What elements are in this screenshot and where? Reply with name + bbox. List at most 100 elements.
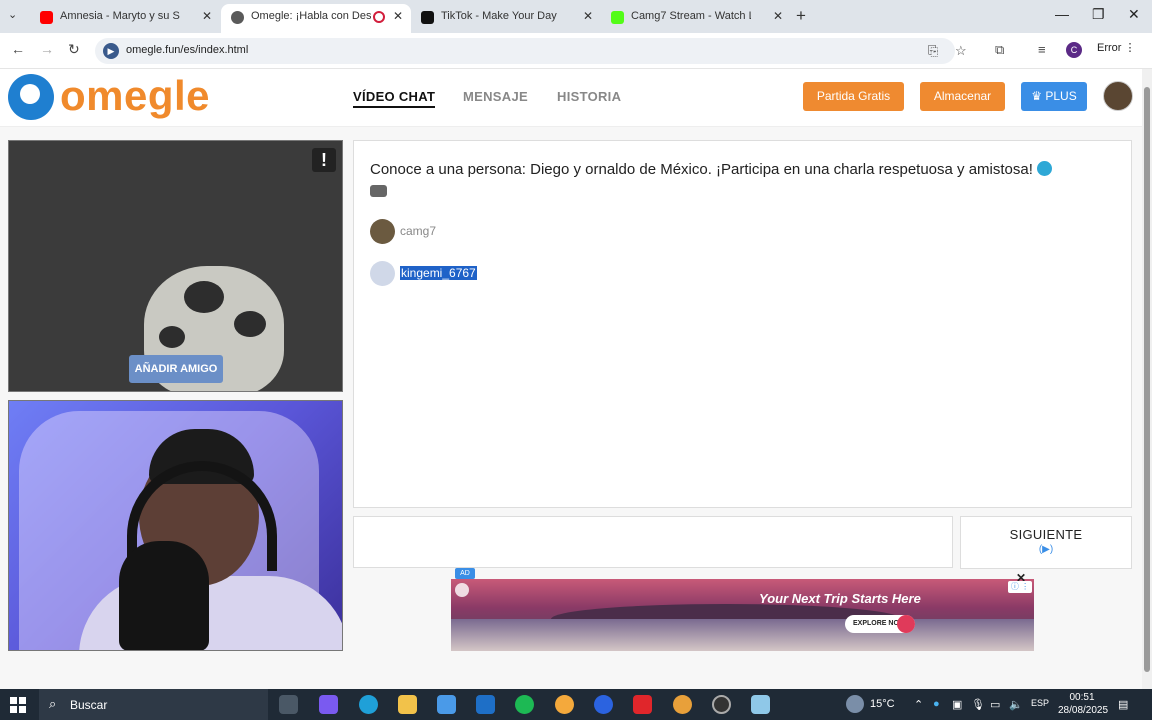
site-header: omegle VÍDEO CHAT MENSAJE HISTORIA Parti… <box>0 69 1142 127</box>
user-name: kingemi_6767 <box>400 266 477 280</box>
weather-temp[interactable]: 15°C <box>870 698 895 710</box>
close-icon[interactable]: ✕ <box>393 4 403 29</box>
tab-search-chevron-icon[interactable]: ⌄ <box>8 8 17 21</box>
search-icon: ⌕ <box>49 696 57 711</box>
windows-start-icon[interactable] <box>10 697 26 713</box>
microphone-icon <box>119 541 209 650</box>
ad-badge: AD <box>455 568 475 579</box>
outlook-icon[interactable] <box>476 695 495 714</box>
taskbar-clock[interactable]: 00:51 28/08/2025 <box>1058 691 1109 717</box>
volume-icon[interactable]: 🔈 <box>1009 698 1023 711</box>
language-indicator[interactable]: ESP <box>1031 698 1049 708</box>
omegle-logo-icon[interactable] <box>8 74 54 120</box>
message-input[interactable] <box>353 516 953 568</box>
media-controls-icon[interactable]: ≡ <box>1038 42 1046 57</box>
notifications-icon[interactable]: ▤ <box>1118 698 1128 711</box>
edge-icon[interactable] <box>359 695 378 714</box>
keyboard-emoji-icon <box>370 185 387 197</box>
plus-button[interactable]: ♛ PLUS <box>1021 82 1087 111</box>
free-game-button[interactable]: Partida Gratis <box>803 82 904 111</box>
close-icon[interactable]: ✕ <box>773 4 783 29</box>
youtube-icon <box>40 11 53 24</box>
new-tab-plus-icon[interactable]: + <box>796 6 806 26</box>
forward-arrow-icon[interactable]: → <box>40 41 54 57</box>
install-app-icon[interactable]: ⎘ <box>928 43 938 59</box>
add-friend-button[interactable]: AÑADIR AMIGO <box>129 355 223 383</box>
stranger-video: ! AÑADIR AMIGO <box>8 140 343 392</box>
network-icon[interactable]: ▭ <box>990 698 1000 711</box>
tray-app-icon[interactable]: ● <box>933 698 940 710</box>
bookmark-star-icon[interactable]: ☆ <box>955 43 967 59</box>
wps-icon[interactable] <box>633 695 652 714</box>
address-bar-row: ← → ↻ ▶ omegle.fun/es/index.html ⎘ ☆ ⧉ ≡… <box>0 33 1152 69</box>
spotify-icon[interactable] <box>515 695 534 714</box>
self-video <box>8 400 343 651</box>
close-icon[interactable]: ✕ <box>583 4 593 29</box>
recording-icon <box>373 11 385 23</box>
page-scrollbar[interactable] <box>1142 69 1152 689</box>
file-explorer-icon[interactable] <box>398 695 417 714</box>
tray-camera-icon[interactable]: ▣ <box>952 698 962 711</box>
tab-camg7[interactable]: Camg7 Stream - Watch Live on ✕ <box>601 4 791 33</box>
window-close-icon[interactable]: ✕ <box>1128 6 1140 23</box>
browser-tab-bar: ⌄ Amnesia - Maryto y su Salsón ✕ Omegle:… <box>0 0 1152 33</box>
url-field[interactable]: ▶ omegle.fun/es/index.html ⎘ ☆ <box>95 38 967 64</box>
obs-icon[interactable] <box>712 695 731 714</box>
ad-banner[interactable]: Your Next Trip Starts Here EXPLORE NOW! <box>451 579 1034 651</box>
omegle-page: omegle VÍDEO CHAT MENSAJE HISTORIA Parti… <box>0 69 1142 689</box>
nav-history[interactable]: HISTORIA <box>557 89 621 104</box>
nav-message[interactable]: MENSAJE <box>463 89 528 104</box>
user-avatar <box>370 219 395 244</box>
site-logo[interactable]: omegle <box>60 72 210 120</box>
reload-icon[interactable]: ↻ <box>68 41 80 58</box>
tray-chevron-icon[interactable]: ⌃ <box>914 698 923 711</box>
chrome-icon[interactable] <box>673 695 692 714</box>
task-view-icon[interactable] <box>279 695 298 714</box>
back-arrow-icon[interactable]: ← <box>11 41 25 57</box>
chat-intro: Conoce a una persona: Diego y ornaldo de… <box>370 159 1115 203</box>
ad-brand-logo-icon <box>455 583 469 597</box>
error-menu-button[interactable]: Error ⋮ <box>1097 41 1136 54</box>
tab-omegle[interactable]: Omegle: ¡Habla con Descon ✕ <box>221 4 411 33</box>
next-label: SIGUIENTE <box>1009 527 1083 542</box>
extensions-puzzle-icon[interactable]: ⧉ <box>995 42 1004 58</box>
scrollbar-thumb[interactable] <box>1144 87 1150 672</box>
minimize-icon[interactable]: — <box>1055 6 1069 22</box>
clock-date: 28/08/2025 <box>1058 705 1109 716</box>
restore-icon[interactable]: ❐ <box>1092 6 1105 23</box>
url-text: omegle.fun/es/index.html <box>126 44 249 56</box>
ad-sea <box>451 619 1034 651</box>
profile-avatar[interactable]: C <box>1066 42 1082 58</box>
zoom-icon[interactable] <box>594 695 613 714</box>
next-button[interactable]: SIGUIENTE (▶) <box>960 516 1132 569</box>
tab-amnesia[interactable]: Amnesia - Maryto y su Salsón ✕ <box>30 4 220 33</box>
copilot-icon[interactable] <box>319 695 338 714</box>
user-name: camg7 <box>400 224 437 238</box>
close-icon[interactable]: ✕ <box>202 4 212 29</box>
globe-emoji-icon <box>1036 161 1052 176</box>
tab-title: TikTok - Make Your Day <box>441 10 557 22</box>
tiktok-icon <box>421 11 434 24</box>
notepad-icon[interactable] <box>751 695 770 714</box>
ad-info-icon[interactable]: ⓘ ⋮ <box>1008 581 1032 593</box>
tab-title: Amnesia - Maryto y su Salsón <box>60 10 180 22</box>
store-button[interactable]: Almacenar <box>920 82 1005 111</box>
user-avatar[interactable] <box>1103 81 1133 111</box>
next-hint: (▶) <box>1038 544 1054 555</box>
taskbar-search[interactable]: ⌕ Buscar <box>39 689 268 720</box>
app-icon[interactable] <box>555 695 574 714</box>
kick-icon <box>611 11 624 24</box>
store-icon[interactable] <box>437 695 456 714</box>
ad-headline: Your Next Trip Starts Here <box>759 591 921 606</box>
search-label: Buscar <box>70 698 108 712</box>
user-avatar <box>370 261 395 286</box>
report-alert-icon[interactable]: ! <box>312 148 336 172</box>
tab-tiktok[interactable]: TikTok - Make Your Day ✕ <box>411 4 601 33</box>
plush-spot <box>234 311 266 337</box>
globe-icon <box>231 11 244 24</box>
nav-video-chat[interactable]: VÍDEO CHAT <box>353 89 436 108</box>
weather-icon[interactable] <box>846 695 864 713</box>
site-info-icon[interactable]: ▶ <box>103 43 119 59</box>
plus-label: PLUS <box>1045 89 1077 103</box>
microphone-tray-icon[interactable]: 🎙 <box>971 698 985 711</box>
